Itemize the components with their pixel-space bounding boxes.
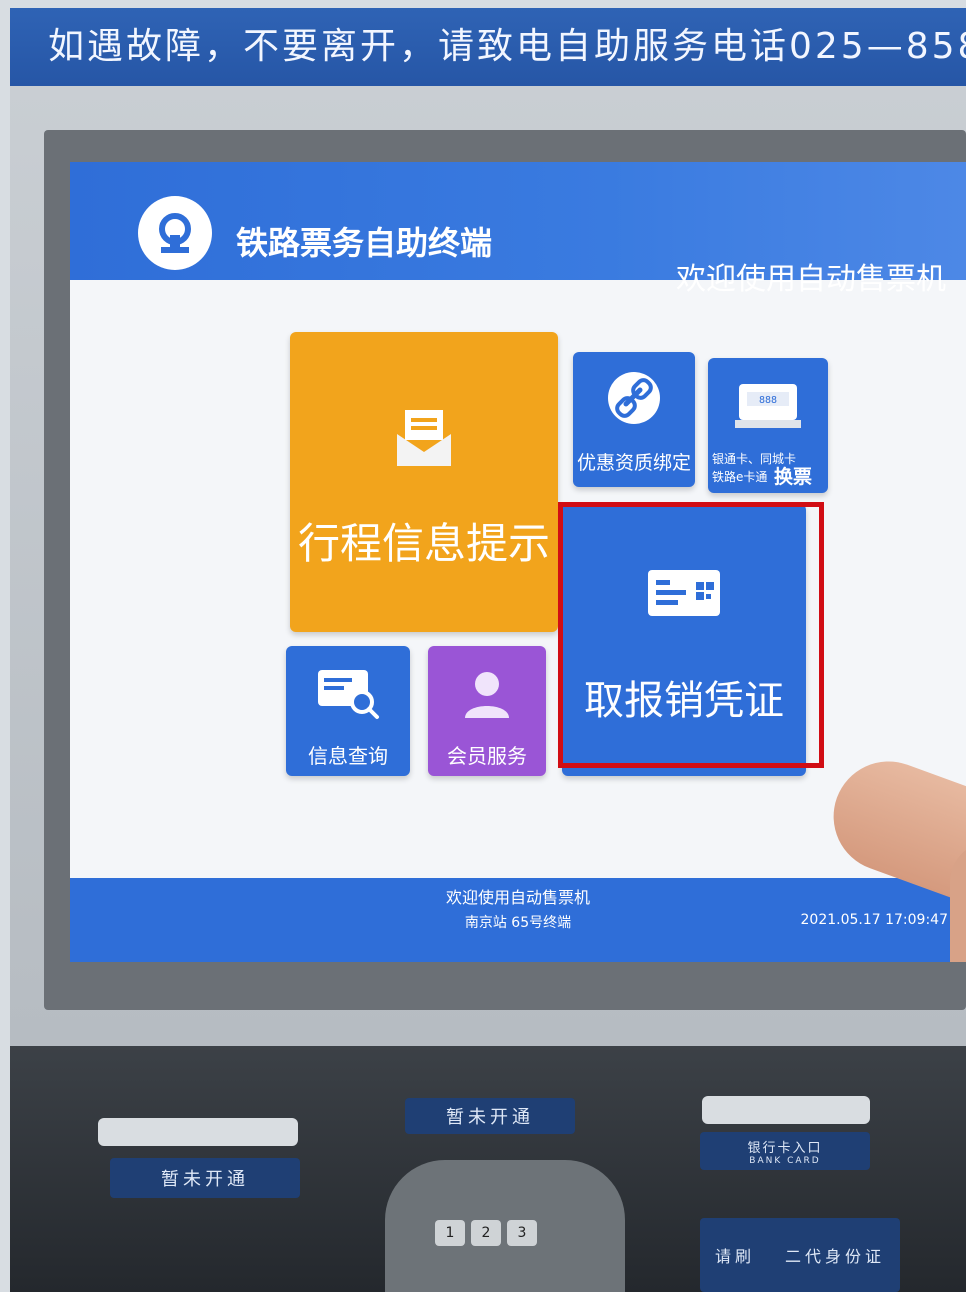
discount-binding-label: 优惠资质绑定: [576, 452, 691, 474]
swipe-sign-text: 请刷: [714, 1247, 755, 1266]
bank-card-sign-sub: BANK CARD: [749, 1155, 821, 1166]
envelope-icon: [391, 404, 457, 474]
link-icon: [606, 370, 662, 430]
id-card-sign-text: 二代身份证: [784, 1247, 885, 1266]
slot-left-sign-text: 暂未开通: [161, 1169, 249, 1190]
railway-logo-icon: [138, 196, 212, 270]
pin-keypad: 1 2 3: [385, 1160, 625, 1292]
card-exchange-line2: 铁路e卡通: [712, 470, 768, 484]
bank-card-sign: 银行卡入口 BANK CARD: [700, 1132, 870, 1170]
trip-info-tile[interactable]: 行程信息提示: [290, 332, 558, 632]
keypad-key-3[interactable]: 3: [507, 1220, 537, 1246]
card-exchange-tile[interactable]: 888 银通卡、同城卡 铁路e卡通 换票: [708, 358, 828, 493]
highlight-box: [558, 502, 824, 768]
slot-center-sign: 暂未开通: [405, 1098, 575, 1134]
info-query-tile[interactable]: 信息查询: [286, 646, 410, 776]
info-query-label: 信息查询: [308, 744, 388, 768]
card-exchange-emphasis: 换票: [774, 466, 813, 488]
footer-welcome: 欢迎使用自动售票机: [445, 888, 590, 907]
slot-center-sign-text: 暂未开通: [446, 1107, 534, 1128]
ticket-slot-left[interactable]: [98, 1118, 298, 1146]
trip-info-label: 行程信息提示: [297, 519, 550, 568]
kiosk-screen: 铁路票务自助终端 欢迎使用自动售票机 行程信息提示 优惠资质绑定 888 银通卡…: [70, 162, 966, 962]
keypad-key-2-label: 2: [481, 1225, 491, 1241]
ticket-search-icon: [316, 668, 380, 724]
bank-card-slot[interactable]: [702, 1096, 870, 1124]
header-welcome: 欢迎使用自动售票机: [676, 262, 946, 297]
kiosk-banner: 如遇故障，不要离开，请致电自助服务电话025—8582: [10, 8, 966, 86]
footer-datetime: 2021.05.17 17:09:47: [800, 912, 949, 928]
screen-header: 铁路票务自助终端 欢迎使用自动售票机: [70, 162, 966, 297]
svg-text:888: 888: [759, 395, 777, 406]
discount-binding-tile[interactable]: 优惠资质绑定: [573, 352, 695, 487]
bank-card-sign-text: 银行卡入口: [747, 1140, 823, 1156]
keypad-key-3-label: 3: [517, 1225, 527, 1241]
person-icon: [461, 668, 513, 724]
keypad-key-1-label: 1: [445, 1225, 455, 1241]
keypad-key-2[interactable]: 2: [471, 1220, 501, 1246]
screen-footer: 欢迎使用自动售票机 南京站 65号终端 2021.05.17 17:09:47: [70, 878, 966, 962]
member-service-label: 会员服务: [447, 744, 527, 768]
id-card-reader[interactable]: 请刷 二代身份证: [700, 1218, 900, 1292]
terminal-title: 铁路票务自助终端: [236, 224, 493, 262]
keypad-key-1[interactable]: 1: [435, 1220, 465, 1246]
slot-left-sign: 暂未开通: [110, 1158, 300, 1198]
kiosk-banner-text: 如遇故障，不要离开，请致电自助服务电话025—8582: [48, 26, 966, 67]
card-reader-icon: 888: [733, 380, 803, 436]
member-service-tile[interactable]: 会员服务: [428, 646, 546, 776]
